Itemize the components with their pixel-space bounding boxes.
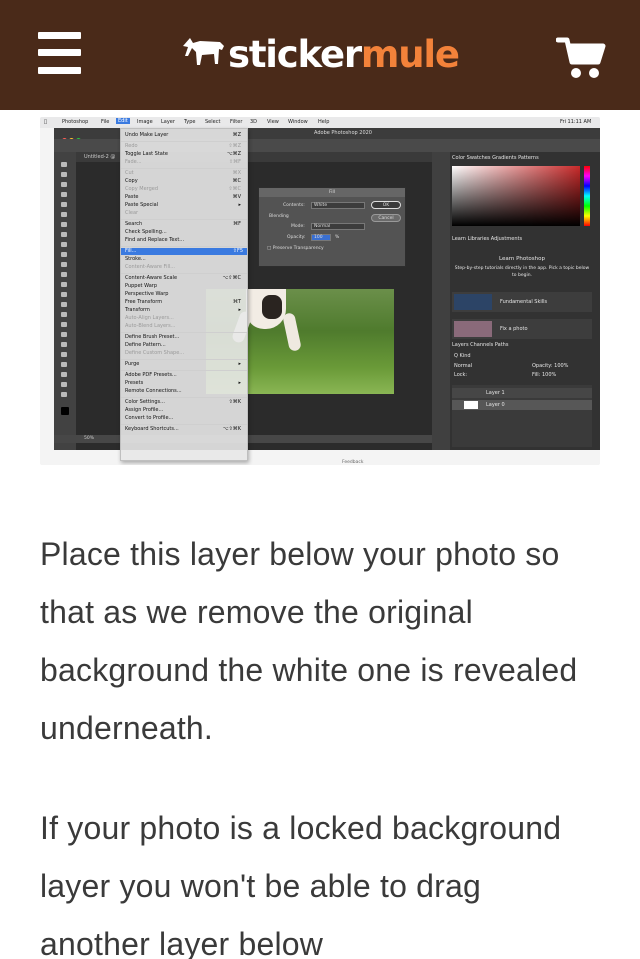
menu-item: Auto-Align Layers...: [125, 315, 174, 321]
layers-kind-filter: Q Kind: [454, 353, 471, 359]
fill-dialog-title: Fill: [259, 188, 405, 197]
menu-item: Define Custom Shape...: [125, 350, 185, 356]
learn-card-label: Fundamental Skills: [500, 299, 548, 305]
menu-item: Auto-Blend Layers...: [125, 323, 176, 329]
layer-row: Layer 0: [452, 400, 592, 410]
hue-slider: [584, 166, 590, 226]
menubar-item: Filter: [230, 119, 243, 125]
menu-item: Fade... ⇧⌘F: [125, 159, 241, 165]
learn-panel-tabs: Learn Libraries Adjustments: [452, 236, 523, 242]
menu-item: Copy ⌘C: [125, 178, 241, 184]
paragraph-locked-layer: If your photo is a locked background lay…: [40, 810, 562, 959]
menu-item: Fill... ⇧F5: [121, 248, 247, 255]
menu-item: Paste Special ▸: [125, 202, 241, 208]
color-picker: [452, 166, 580, 226]
hamburger-menu-icon[interactable]: [38, 32, 81, 74]
document-tab: Untitled-2 @: [84, 154, 116, 160]
menubar-clock: Fri 11:11 AM: [560, 119, 592, 125]
opacity-label: Opacity:: [287, 235, 306, 240]
menu-item: Transform ▸: [125, 307, 241, 313]
menu-item: Copy Merged ⇧⌘C: [125, 186, 241, 192]
feedback-label: Feedback: [342, 460, 364, 465]
contents-select: White: [311, 202, 365, 209]
menu-item: Check Spelling...: [125, 229, 167, 235]
layer-row: Layer 1: [452, 388, 592, 398]
menu-item: Remote Connections...: [125, 388, 182, 394]
site-header: sticker mule: [0, 0, 640, 110]
layers-blend-mode: Normal: [454, 363, 473, 369]
color-panel-tabs: Color Swatches Gradients Patterns: [452, 155, 539, 161]
menu-item: Assign Profile...: [125, 407, 164, 413]
menu-item: Puppet Warp: [125, 283, 157, 289]
learn-card-fix-photo: Fix a photo: [452, 319, 592, 339]
window-title: Adobe Photoshop 2020: [314, 130, 372, 136]
menubar-item: Image: [137, 119, 153, 125]
learn-description: Step-by-step tutorials directly in the a…: [454, 266, 590, 278]
menu-item: Keyboard Shortcuts... ⌥⇧⌘K: [125, 426, 241, 432]
photoshop-screenshot:  Photoshop File Edit Image Layer Type S…: [40, 117, 600, 465]
learn-title: Learn Photoshop: [498, 256, 546, 262]
fill-cancel-button: Cancel: [371, 214, 401, 222]
layers-panel-tabs: Layers Channels Paths: [452, 342, 509, 348]
menubar-item: File: [101, 119, 110, 125]
layers-opacity: Opacity: 100%: [532, 363, 569, 369]
menubar-item: Help: [318, 119, 330, 125]
menubar-item: Select: [205, 119, 221, 125]
menu-item: Perspective Warp: [125, 291, 169, 297]
menu-item: Adobe PDF Presets...: [125, 372, 177, 378]
mac-menubar:  Photoshop File Edit Image Layer Type S…: [40, 117, 600, 128]
shopping-cart-icon[interactable]: [555, 36, 606, 80]
menu-item: Define Brush Preset...: [125, 334, 180, 340]
opacity-unit: %: [335, 235, 340, 240]
learn-card-label: Fix a photo: [500, 326, 528, 332]
menu-item: Paste ⌘V: [125, 194, 241, 200]
menu-item: Content-Aware Fill...: [125, 264, 176, 270]
photoshop-right-panels: Color Swatches Gradients Patterns Learn …: [432, 152, 600, 450]
menu-item: Define Pattern...: [125, 342, 166, 348]
menu-item: Free Transform ⌘T: [125, 299, 241, 305]
logo-text-sticker: sticker: [228, 32, 362, 76]
logo-text-mule: mule: [360, 32, 460, 76]
menu-item: Undo Make Layer ⌘Z: [125, 132, 241, 138]
stickermule-logo[interactable]: sticker mule: [180, 30, 460, 78]
mule-icon: [183, 38, 224, 65]
menubar-item: Photoshop: [62, 119, 89, 125]
menubar-item: Layer: [161, 119, 175, 125]
blending-label: Blending: [269, 214, 289, 219]
menubar-item: 3D: [250, 119, 258, 125]
menu-item: Find and Replace Text...: [125, 237, 185, 243]
layers-lock: Lock:: [454, 372, 468, 378]
mode-label: Mode:: [291, 224, 305, 229]
layers-fill: Fill: 100%: [532, 372, 557, 378]
menu-item: Presets ▸: [125, 380, 241, 386]
menubar-item: Type: [184, 119, 196, 125]
tools-panel: [54, 152, 76, 450]
layers-list: Layer 1 Layer 0: [452, 385, 592, 447]
menu-item: Redo ⇧⌘Z: [125, 143, 241, 149]
learn-card-fundamental: Fundamental Skills: [452, 292, 592, 312]
menu-item: Content-Aware Scale ⌥⇧⌘C: [125, 275, 241, 281]
menu-item: Convert to Profile...: [125, 415, 174, 421]
menu-item: Cut ⌘X: [125, 170, 241, 176]
mode-select: Normal: [311, 223, 365, 230]
menubar-item: View: [267, 119, 279, 125]
preserve-transparency-checkbox: □ Preserve Transparency: [267, 246, 324, 251]
opacity-field: 100: [311, 234, 331, 241]
menubar-item: Window: [288, 119, 308, 125]
menubar-item-edit: Edit: [116, 118, 130, 124]
fill-ok-button: OK: [371, 201, 401, 209]
menu-item: Color Settings... ⇧⌘K: [125, 399, 241, 405]
contents-label: Contents:: [283, 203, 305, 208]
menu-item: Purge ▸: [125, 361, 241, 367]
paragraph-layer-instructions: Place this layer below your photo so tha…: [40, 536, 578, 746]
menu-item: Clear: [125, 210, 139, 216]
fill-dialog: Fill Contents: White Blending Mode: Norm…: [258, 187, 406, 267]
zoom-level: 50%: [84, 436, 95, 441]
edit-menu-dropdown: Undo Make Layer ⌘Z Redo ⇧⌘Z Toggle Last Stat…: [120, 128, 248, 461]
menu-item: Search ⌘F: [125, 221, 241, 227]
menu-item: Toggle Last State ⌥⌘Z: [125, 151, 241, 157]
menu-item: Stroke...: [125, 256, 146, 262]
